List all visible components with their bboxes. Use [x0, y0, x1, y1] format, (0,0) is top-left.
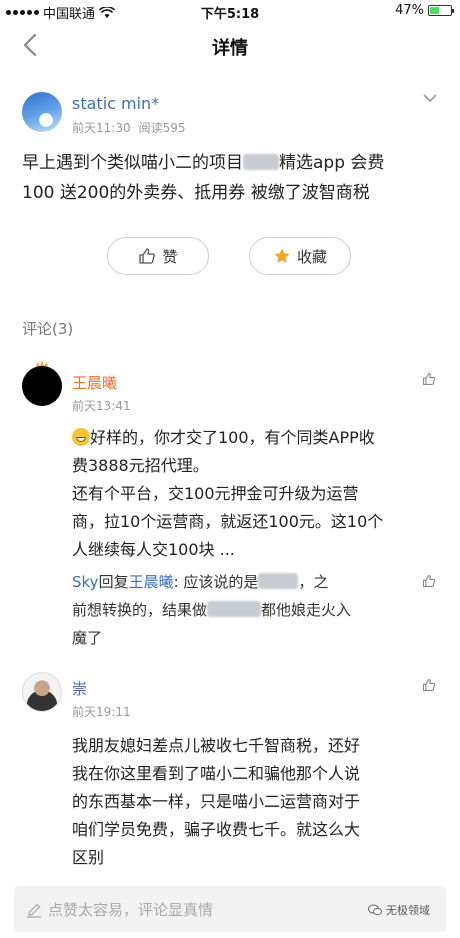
redacted-text	[258, 573, 299, 589]
commenter-name[interactable]: 王晨曦	[72, 372, 117, 393]
comment-line: 好样的，你才交了100，有个同类APP收	[90, 428, 375, 447]
reply-word: 回复	[98, 573, 129, 591]
thumbs-up-icon[interactable]	[422, 372, 436, 386]
comment-time: 前天13:41	[72, 399, 131, 413]
comment-placeholder: 点赞太容易，评论显真情	[48, 901, 214, 919]
status-bar: 中国联通 下午5:18 47%	[0, 0, 460, 22]
pencil-icon	[27, 903, 41, 918]
reply-text: 前想转换的，结果做	[72, 601, 208, 619]
post-text-2: 100 送200的外卖券、抵用券 被缴了波智商税	[22, 183, 370, 203]
watermark: 无极领域	[368, 902, 430, 918]
reply-text: ，之	[298, 573, 329, 591]
watermark-text: 无极领域	[386, 904, 430, 917]
thumbs-up-icon	[139, 248, 156, 264]
post-body: 早上遇到个类似喵小二的项目 精选app 会费 100 送200的外卖券、抵用券 被…	[22, 148, 442, 208]
comment-line: 区别	[72, 848, 105, 867]
comment-line: 人继续每人交100块 ...	[72, 540, 235, 559]
comment-line: 商，拉10个运营商，就返还100元。这10个	[72, 512, 384, 531]
comment-line: 还有个平台，交100元押金可升级为运营	[72, 484, 359, 503]
wechat-icon	[368, 904, 382, 916]
comment-item: 王晨曦 前天13:41 好样的，你才交了100，有个同类APP收 费3888元招…	[22, 360, 442, 656]
like-button[interactable]: 赞	[107, 237, 209, 275]
redacted-text	[207, 601, 262, 617]
star-icon	[274, 248, 290, 263]
battery-icon	[428, 5, 454, 16]
comments-header: 评论(3)	[22, 320, 74, 338]
commenter-name[interactable]: 崇	[72, 678, 87, 699]
grin-emoji-icon	[72, 428, 90, 446]
comment-body: 我朋友媳妇差点儿被收七千智商税，还好 我在你这里看到了喵小二和骗他那个人说 的东…	[72, 732, 442, 872]
comment-item: 崇 前天19:11 我朋友媳妇差点儿被收七千智商税，还好 我在你这里看到了喵小二…	[22, 672, 442, 872]
comment-input[interactable]: 点赞太容易，评论显真情	[26, 899, 213, 920]
reply-text: 魔了	[72, 629, 103, 647]
commenter-avatar[interactable]	[22, 672, 62, 712]
comment-input-bar[interactable]: 点赞太容易，评论显真情 无极领域	[14, 886, 446, 932]
post-views: 阅读595	[138, 121, 186, 135]
author-name[interactable]: static min*	[72, 94, 159, 113]
post-text-1a: 早上遇到个类似喵小二的项目	[22, 153, 243, 173]
reply-item[interactable]: Sky回复王晨曦: 应该说的是 ，之 前想转换的，结果做 都他娘走火入 魔了	[72, 568, 442, 652]
reply-author[interactable]: Sky	[72, 573, 99, 591]
commenter-avatar[interactable]	[22, 366, 62, 406]
thumbs-up-icon[interactable]	[422, 678, 436, 692]
like-label: 赞	[162, 247, 178, 266]
reply-target[interactable]: 王晨曦	[129, 573, 174, 591]
comment-line: 费3888元招代理。	[72, 456, 209, 475]
post-meta: 前天11:30 阅读595	[72, 119, 186, 136]
comment-line: 我朋友媳妇差点儿被收七千智商税，还好	[72, 736, 361, 755]
redacted-text	[243, 154, 279, 170]
comment-line: 咱们学员免费，骗子收费七千。就这么大	[72, 820, 361, 839]
comment-time: 前天19:11	[72, 705, 131, 719]
comment-line: 我在你这里看到了喵小二和骗他那个人说	[72, 764, 361, 783]
favorite-label: 收藏	[296, 247, 327, 266]
nav-bar: 详情	[0, 22, 460, 68]
chevron-down-icon[interactable]	[422, 92, 438, 104]
reply-text: 都他娘走火入	[261, 601, 352, 619]
battery-group: 47%	[395, 3, 454, 18]
post-time: 前天11:30	[72, 121, 131, 135]
author-avatar[interactable]	[22, 92, 62, 132]
comment-line: 的东西基本一样，只是喵小二运营商对于	[72, 792, 361, 811]
comment-body: 好样的，你才交了100，有个同类APP收 费3888元招代理。 还有个平台，交1…	[72, 424, 442, 564]
post-header: static min* 前天11:30 阅读595	[22, 92, 442, 138]
page-title: 详情	[212, 38, 248, 59]
thumbs-up-icon[interactable]	[422, 574, 436, 588]
favorite-button[interactable]: 收藏	[249, 237, 351, 275]
post-text-1b: 精选app 会费	[279, 153, 385, 173]
clock: 下午5:18	[200, 7, 260, 22]
reply-text: : 应该说的是	[173, 573, 259, 591]
battery-percent: 47%	[395, 3, 424, 18]
